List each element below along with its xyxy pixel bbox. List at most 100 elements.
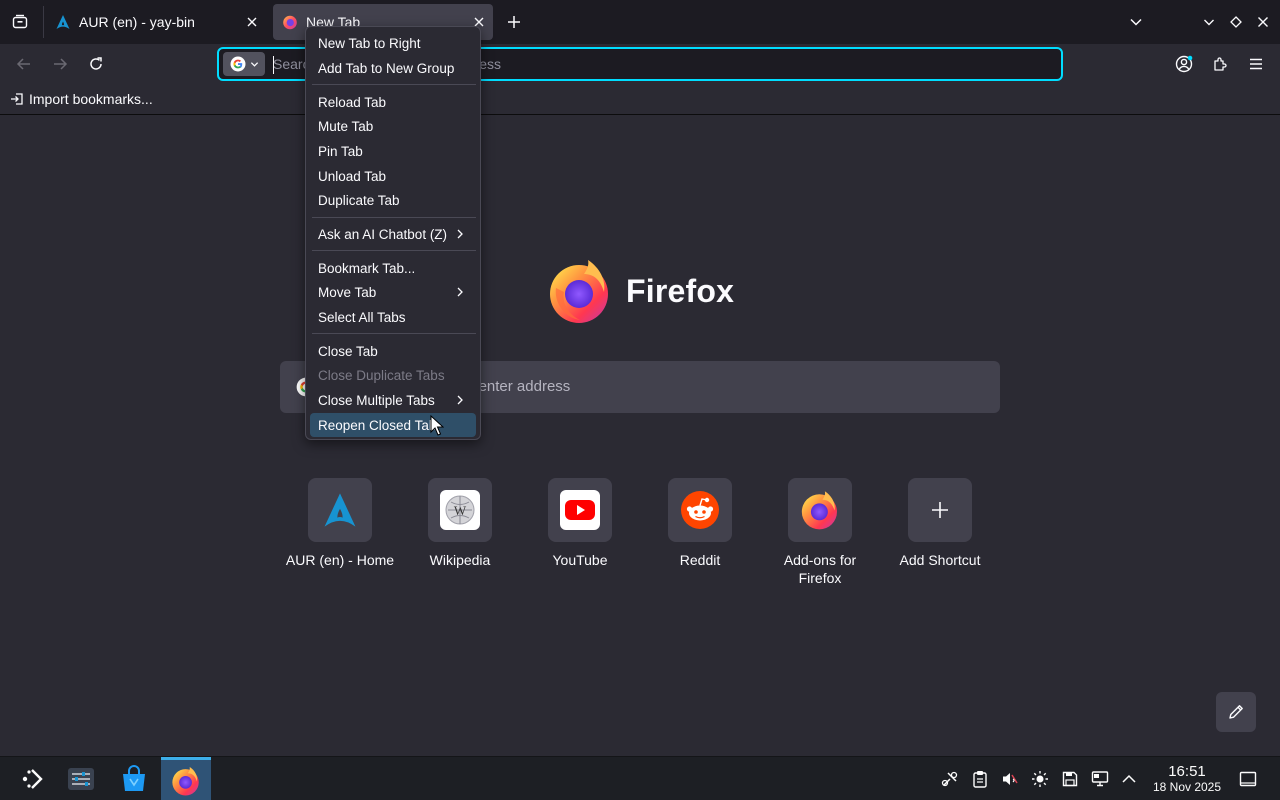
chevron-right-icon — [457, 287, 463, 297]
account-icon — [1175, 55, 1193, 73]
import-bookmarks-button[interactable]: Import bookmarks... — [10, 89, 153, 109]
shortcut-label: AUR (en) - Home — [285, 552, 395, 568]
maximize-window-button[interactable] — [1224, 10, 1248, 34]
import-icon — [11, 93, 23, 105]
forward-button[interactable] — [48, 52, 72, 76]
shortcut-addons[interactable]: Add-ons for Firefox — [780, 478, 860, 587]
firefox-icon — [801, 491, 837, 530]
firefox-icon — [172, 766, 199, 796]
shortcut-reddit[interactable]: Reddit — [660, 478, 740, 569]
menu-separator — [312, 333, 476, 334]
reload-icon — [90, 57, 102, 70]
shortcut-icon-box — [908, 478, 972, 542]
tab-aur[interactable]: AUR (en) - yay-bin — [46, 4, 266, 40]
menu-item-new-tab-to-right[interactable]: New Tab to Right — [310, 31, 476, 55]
menu-item-label: Mute Tab — [318, 118, 374, 134]
menu-item-close-duplicate-tabs: Close Duplicate Tabs — [310, 363, 476, 387]
shortcuts-grid: AUR (en) - Home W Wikipedia YouTube Redd… — [286, 478, 1000, 598]
menu-item-bookmark-tab[interactable]: Bookmark Tab... — [310, 256, 476, 280]
shortcut-icon-box — [308, 478, 372, 542]
firefox-view-icon — [12, 14, 28, 29]
tray-network[interactable] — [1089, 768, 1111, 790]
menu-item-mute-tab[interactable]: Mute Tab — [310, 114, 476, 138]
menu-item-duplicate-tab[interactable]: Duplicate Tab — [310, 188, 476, 212]
menu-item-label: Reload Tab — [318, 94, 387, 110]
menu-item-add-tab-to-new-group[interactable]: Add Tab to New Group — [310, 56, 476, 80]
menu-item-unload-tab[interactable]: Unload Tab — [310, 164, 476, 188]
tray-clipboard[interactable] — [969, 768, 991, 790]
application-launcher-button[interactable] — [8, 757, 58, 800]
close-icon — [247, 17, 257, 27]
account-button[interactable] — [1172, 52, 1196, 76]
gamepad-icon — [941, 771, 958, 787]
taskbar: 16:51 18 Nov 2025 — [0, 756, 1280, 800]
menu-separator — [312, 250, 476, 251]
chevron-down-icon — [250, 61, 258, 67]
digital-clock[interactable]: 16:51 18 Nov 2025 — [1146, 764, 1228, 795]
plus-icon — [932, 502, 948, 518]
tray-expand[interactable] — [1118, 768, 1140, 790]
shortcut-icon-box — [548, 478, 612, 542]
import-bookmarks-label: Import bookmarks... — [29, 91, 153, 107]
taskbar-system-settings[interactable] — [56, 757, 106, 800]
shortcut-youtube[interactable]: YouTube — [540, 478, 620, 569]
new-tab-button[interactable] — [502, 10, 526, 34]
settings-sliders-icon — [68, 768, 94, 790]
menu-item-label: Close Multiple Tabs — [318, 392, 435, 408]
add-shortcut-button[interactable]: Add Shortcut — [900, 478, 980, 569]
tray-volume[interactable] — [999, 768, 1021, 790]
pencil-icon — [1229, 705, 1243, 719]
list-all-tabs-button[interactable] — [1124, 10, 1148, 34]
taskbar-firefox[interactable] — [161, 757, 211, 800]
menu-item-label: Reopen Closed Tab — [318, 417, 437, 433]
shortcut-aur[interactable]: AUR (en) - Home — [286, 478, 394, 569]
menu-item-close-tab[interactable]: Close Tab — [310, 339, 476, 363]
close-window-button[interactable] — [1251, 10, 1275, 34]
menu-item-label: Move Tab — [318, 284, 377, 300]
menu-item-reopen-closed-tab[interactable]: Reopen Closed Tab — [310, 413, 476, 437]
menu-item-label: Ask an AI Chatbot (Z) — [318, 226, 448, 242]
tray-brightness[interactable] — [1029, 768, 1051, 790]
menu-item-move-tab[interactable]: Move Tab — [310, 280, 476, 304]
menu-item-label: Close Duplicate Tabs — [318, 367, 445, 383]
menu-item-label: Add Tab to New Group — [318, 60, 455, 76]
show-desktop-button[interactable] — [1237, 768, 1259, 790]
back-button[interactable] — [12, 52, 36, 76]
firefox-view-button[interactable] — [8, 10, 32, 34]
navigation-toolbar — [0, 44, 1280, 84]
chevron-up-icon — [1122, 774, 1136, 783]
tray-kde-connect[interactable] — [939, 768, 961, 790]
search-engine-button[interactable] — [223, 52, 265, 76]
menu-item-ask-ai-chatbot[interactable]: Ask an AI Chatbot (Z) — [310, 222, 476, 246]
close-tab-button[interactable] — [240, 10, 264, 34]
arrow-right-icon — [54, 58, 68, 70]
shortcut-label: Reddit — [679, 552, 721, 568]
menu-item-label: Unload Tab — [318, 168, 387, 184]
menu-item-reload-tab[interactable]: Reload Tab — [310, 90, 476, 114]
wikipedia-icon: W — [440, 490, 480, 530]
firefox-wordmark: Firefox — [626, 272, 735, 309]
bookmarks-toolbar: Import bookmarks... — [0, 84, 1280, 115]
plasma-launcher-icon — [22, 769, 43, 789]
menu-item-select-all-tabs[interactable]: Select All Tabs — [310, 305, 476, 329]
volume-muted-icon — [1003, 773, 1018, 785]
menu-item-close-multiple-tabs[interactable]: Close Multiple Tabs — [310, 388, 476, 412]
menu-item-label: Select All Tabs — [318, 309, 406, 325]
menu-item-label: New Tab to Right — [318, 35, 421, 51]
clipboard-icon — [973, 771, 987, 788]
clock-date: 18 Nov 2025 — [1152, 780, 1222, 794]
reload-button[interactable] — [84, 52, 108, 76]
taskbar-discover[interactable] — [109, 757, 159, 800]
shortcut-wikipedia[interactable]: W Wikipedia — [420, 478, 500, 569]
menu-item-pin-tab[interactable]: Pin Tab — [310, 139, 476, 163]
mouse-cursor-icon — [430, 415, 444, 436]
minimize-window-button[interactable] — [1197, 10, 1221, 34]
shortcut-icon-box — [668, 478, 732, 542]
app-menu-button[interactable] — [1244, 52, 1268, 76]
customize-button[interactable] — [1216, 692, 1256, 732]
shortcut-icon-box — [788, 478, 852, 542]
arch-linux-icon — [324, 493, 356, 527]
shortcut-label: Wikipedia — [429, 552, 491, 568]
extensions-button[interactable] — [1208, 52, 1232, 76]
tray-disks[interactable] — [1059, 768, 1081, 790]
